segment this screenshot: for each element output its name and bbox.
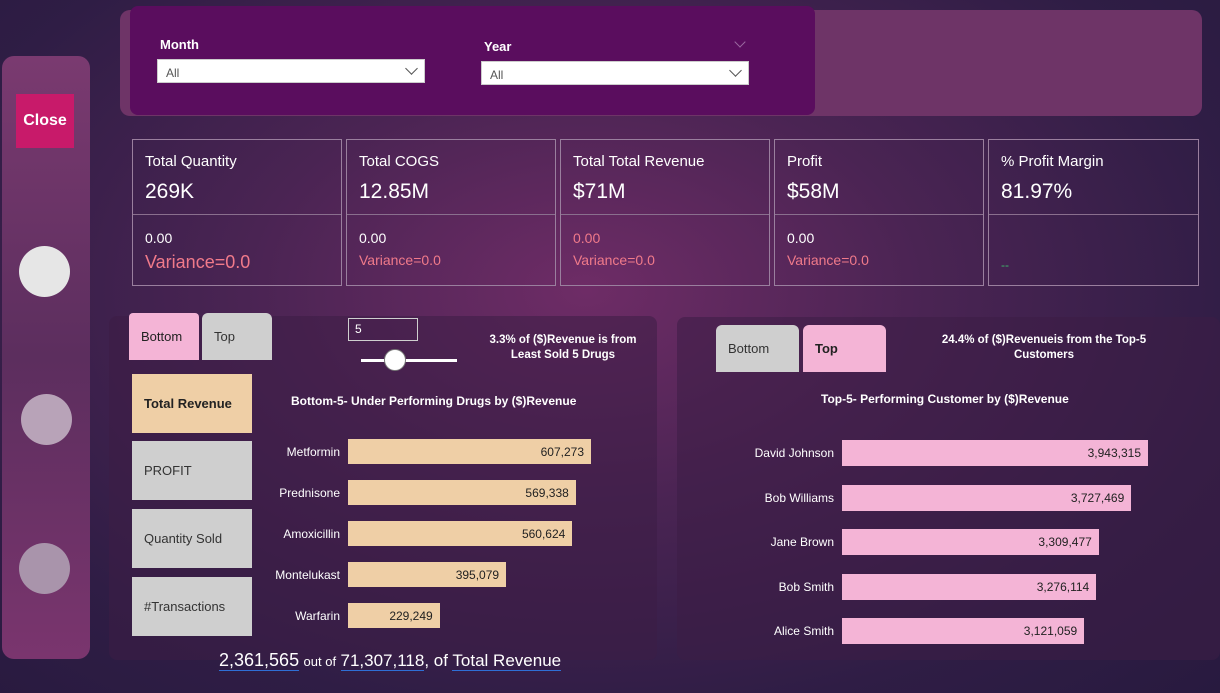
tab-top[interactable]: Top <box>803 325 886 372</box>
measure-quantity-sold-button[interactable]: Quantity Sold <box>132 509 252 568</box>
bar-category-label: Montelukast <box>275 568 340 582</box>
bar-category-label: Jane Brown <box>770 535 834 549</box>
measure-total-revenue-button[interactable]: Total Revenue <box>132 374 252 433</box>
year-select-value: All <box>490 68 504 82</box>
bar-category-label: Bob Williams <box>764 490 834 505</box>
kpi-sub-value: 0.00 <box>145 230 173 246</box>
kpi-value: 12.85M <box>359 180 430 203</box>
bar-category-label: Prednisone <box>279 486 340 500</box>
bar-category-label: Amoxicillin <box>283 527 340 541</box>
bar[interactable]: 607,273 <box>348 439 591 464</box>
drugs-chart-title: Bottom-5- Under Performing Drugs by ($)R… <box>291 394 577 408</box>
kpi-divider <box>989 214 1198 215</box>
kpi-variance: Variance=0.0 <box>359 252 441 268</box>
bar-category-label: Alice Smith <box>773 624 834 638</box>
close-button[interactable]: Close <box>16 94 74 148</box>
footer-measure: Total Revenue <box>452 651 562 671</box>
top-customers-note: 24.4% of ($)Revenueis from the Top-5 Cus… <box>941 334 1147 361</box>
topn-slider-track[interactable] <box>361 359 457 362</box>
kpi-sub-value: 0.00 <box>787 230 815 246</box>
kpi-variance: -- <box>1001 258 1009 272</box>
chevron-down-icon <box>729 64 742 77</box>
topn-input-value: 5 <box>355 322 362 336</box>
topn-input[interactable]: 5 <box>348 318 418 341</box>
bar[interactable]: 560,624 <box>348 521 573 546</box>
footer-part-value: 2,361,565 <box>219 650 300 671</box>
tab-top[interactable]: Top <box>202 313 272 360</box>
kpi-sub-value: 0.00 <box>359 230 387 246</box>
customers-chart-title: Top-5- Performing Customer by ($)Revenue <box>821 392 1069 406</box>
bar-category-label: David Johnson <box>754 446 834 460</box>
bottom-revenue-note: 3.3% of ($)Revenue is from Least Sold 5 … <box>489 334 637 361</box>
kpi-sub-value: 0.00 <box>573 230 601 246</box>
year-select[interactable]: All <box>481 61 749 85</box>
kpi-variance: Variance=0.0 <box>573 252 655 268</box>
kpi-title: Total Total Revenue <box>573 153 705 170</box>
month-label: Month <box>160 37 199 52</box>
kpi-title: % Profit Margin <box>1001 153 1104 170</box>
kpi-card-total-cogs: Total COGS 12.85M 0.00 Variance=0.0 <box>346 139 556 286</box>
kpi-card-profit: Profit $58M 0.00 Variance=0.0 <box>774 139 984 286</box>
kpi-divider <box>775 214 983 215</box>
bar[interactable]: 3,727,469 <box>842 484 1132 511</box>
bar-value-label: 3,309,477 <box>1038 535 1092 549</box>
tab-bottom[interactable]: Bottom <box>129 313 199 360</box>
bar-value-label: 229,249 <box>389 608 433 623</box>
chevron-down-icon <box>405 62 418 75</box>
bar-value-label: 560,624 <box>521 526 566 541</box>
kpi-variance: Variance=0.0 <box>145 252 251 272</box>
bar-category-label: Bob Smith <box>778 579 834 594</box>
tab-bottom[interactable]: Bottom <box>716 325 799 372</box>
kpi-title: Total COGS <box>359 153 440 170</box>
bar-value-label: 569,338 <box>525 485 569 500</box>
month-select-value: All <box>166 66 180 80</box>
bar-category-label: Warfarin <box>295 609 340 623</box>
bar-value-label: 395,079 <box>455 567 500 582</box>
kpi-value: $71M <box>573 180 626 203</box>
kpi-card-profit-margin: % Profit Margin 81.97% -- <box>988 139 1199 286</box>
bar[interactable]: 3,309,477 <box>842 529 1099 555</box>
bar[interactable]: 395,079 <box>348 562 507 587</box>
bar-value-label: 3,727,469 <box>1070 490 1125 505</box>
bar[interactable]: 569,338 <box>348 480 576 505</box>
kpi-card-total-revenue: Total Total Revenue $71M 0.00 Variance=0… <box>560 139 770 286</box>
kpi-value: 81.97% <box>1001 180 1073 203</box>
nav-circle-1[interactable] <box>19 246 70 297</box>
revenue-footer: 2,361,565 out of 71,307,118, of Total Re… <box>219 650 562 671</box>
year-label: Year <box>484 39 512 54</box>
bar[interactable]: 3,943,315 <box>842 440 1148 466</box>
bar-value-label: 3,276,114 <box>1036 579 1090 594</box>
kpi-divider <box>133 214 341 215</box>
bar[interactable]: 3,121,059 <box>842 618 1085 644</box>
kpi-variance: Variance=0.0 <box>787 252 869 268</box>
footer-suffix: , of <box>424 651 448 670</box>
kpi-divider <box>347 214 555 215</box>
topn-slider-thumb[interactable] <box>383 349 406 371</box>
bar[interactable]: 229,249 <box>348 603 440 628</box>
kpi-value: 269K <box>145 180 195 203</box>
bar-value-label: 3,943,315 <box>1087 446 1141 460</box>
kpi-card-total-quantity: Total Quantity 269K 0.00 Variance=0.0 <box>132 139 342 286</box>
kpi-title: Profit <box>787 153 823 170</box>
bar-value-label: 607,273 <box>540 444 584 459</box>
nav-circle-2[interactable] <box>21 394 72 445</box>
footer-total-value: 71,307,118 <box>340 651 425 671</box>
measure-transactions-button[interactable]: #Transactions <box>132 577 252 636</box>
kpi-divider <box>561 214 769 215</box>
nav-circle-3[interactable] <box>19 543 70 594</box>
month-select[interactable]: All <box>157 59 425 83</box>
bar-category-label: Metformin <box>286 445 340 459</box>
measure-profit-button[interactable]: PROFIT <box>132 441 252 500</box>
kpi-title: Total Quantity <box>145 153 237 170</box>
bar[interactable]: 3,276,114 <box>842 573 1097 600</box>
footer-out-of: out of <box>303 654 337 669</box>
bar-value-label: 3,121,059 <box>1023 624 1078 638</box>
kpi-value: $58M <box>787 180 840 203</box>
